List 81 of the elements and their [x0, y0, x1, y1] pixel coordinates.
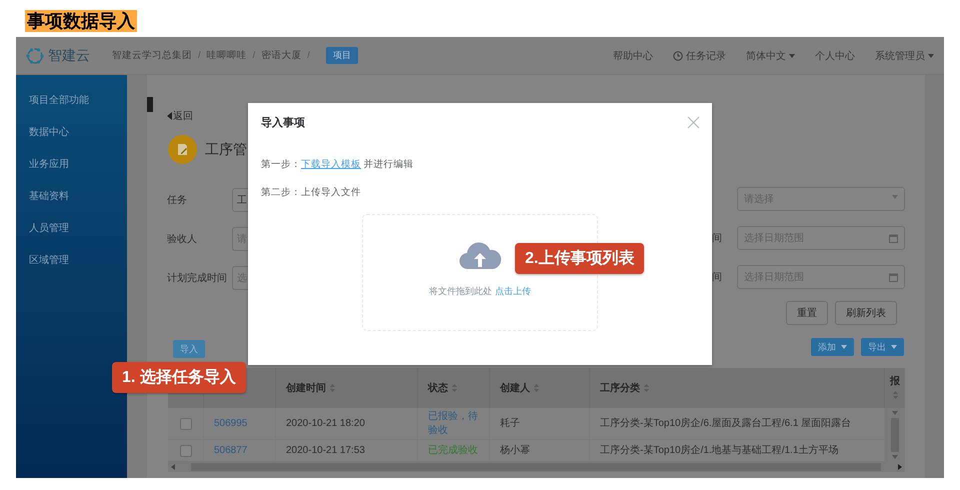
- row-checkbox[interactable]: [180, 418, 192, 430]
- task-id-cell[interactable]: 506877: [204, 440, 276, 462]
- page-title: 事项数据导入: [25, 10, 137, 32]
- sort-icon[interactable]: [892, 391, 898, 399]
- nav-link[interactable]: 系统管理员: [875, 48, 934, 62]
- caret-icon: [928, 54, 934, 58]
- sort-icon[interactable]: [644, 384, 649, 392]
- calendar-icon: [889, 273, 898, 282]
- table-cell: 工序分类-某Top10房企/6.屋面及露台工程/6.1 屋面阳露台: [590, 408, 885, 440]
- sidebar-item[interactable]: 数据中心: [16, 127, 127, 159]
- breadcrumb-separator: /: [198, 50, 201, 61]
- table-cell: 2020-10-21 18:20: [276, 408, 418, 440]
- column-header[interactable]: 创建人: [490, 368, 590, 408]
- step-text: 第二步：上传导入文件: [260, 186, 362, 199]
- caret-icon: [892, 411, 898, 415]
- table-cell: 工序分类-某Top10房企/1.地基与基础工程/1.1土方平场: [590, 440, 885, 462]
- download-template-link[interactable]: 下载导入模板: [301, 159, 361, 170]
- status-cell: 已完成验收: [418, 440, 490, 462]
- logo-text: 智建云: [48, 46, 90, 64]
- breadcrumb-item[interactable]: 密语大厦: [261, 49, 302, 62]
- table-cell: 杨小幂: [490, 440, 590, 462]
- caret-icon: [891, 345, 897, 349]
- sort-icon[interactable]: [452, 384, 457, 392]
- step-callout: 2.上传事项列表: [515, 243, 644, 274]
- triangle-icon: [167, 112, 172, 120]
- breadcrumb-item[interactable]: 哇唧唧哇: [206, 49, 247, 62]
- column-header[interactable]: 报: [885, 368, 905, 408]
- nav-link[interactable]: 个人中心: [815, 48, 855, 62]
- sidebar-item[interactable]: 业务应用: [16, 159, 127, 191]
- refresh-button[interactable]: 刷新列表: [835, 301, 897, 325]
- click-upload-link[interactable]: 点击上传: [494, 286, 531, 296]
- page-heading: 工序管: [205, 140, 247, 158]
- nav-link[interactable]: 帮助中心: [613, 48, 653, 62]
- filter-label: 计划完成时间: [167, 272, 228, 285]
- table-cell: 耗子: [490, 408, 590, 440]
- nav-link[interactable]: 任务记录: [673, 48, 726, 62]
- sidebar-item[interactable]: 区域管理: [16, 255, 127, 287]
- column-header[interactable]: 创建时间: [276, 368, 418, 408]
- filter-label: 间: [712, 232, 722, 245]
- step-callout: 1. 选择任务导入: [112, 362, 246, 393]
- breadcrumb-separator: /: [307, 50, 310, 61]
- scroll-right-icon[interactable]: [898, 464, 902, 470]
- caret-icon: [892, 455, 898, 459]
- filter-label: 验收人: [167, 233, 198, 246]
- filter-field[interactable]: 工: [232, 188, 248, 212]
- clock-icon: [673, 50, 683, 60]
- filter-label: 任务: [167, 194, 188, 207]
- import-button[interactable]: 导入: [173, 340, 205, 358]
- filter-label: 间: [712, 271, 722, 284]
- column-header[interactable]: 工序分类: [590, 368, 885, 408]
- marker-bar: [147, 97, 153, 112]
- vertical-scrollbar[interactable]: [885, 408, 905, 462]
- row-checkbox[interactable]: [180, 444, 192, 456]
- caret-icon: [789, 54, 795, 58]
- sort-icon[interactable]: [534, 384, 539, 392]
- sort-icon[interactable]: [330, 384, 335, 392]
- add-button[interactable]: 添加: [811, 338, 854, 356]
- reset-button[interactable]: 重置: [786, 301, 828, 325]
- task-id-cell[interactable]: 506995: [204, 408, 276, 440]
- nav-link[interactable]: 简体中文: [746, 48, 795, 62]
- calendar-icon: [889, 234, 898, 243]
- scroll-left-icon[interactable]: [171, 464, 175, 470]
- breadcrumb-separator: /: [252, 50, 256, 61]
- sidebar-item[interactable]: 人员管理: [16, 223, 127, 255]
- table-cell: 2020-10-21 17:53: [276, 440, 418, 462]
- close-icon[interactable]: [687, 116, 700, 129]
- step-text: 第一步：下载导入模板 并进行编辑: [260, 158, 415, 171]
- status-cell: 已报验，待验收: [418, 408, 490, 440]
- caret-icon: [841, 345, 847, 349]
- back-link[interactable]: 返回: [167, 109, 193, 123]
- upload-hint: 将文件拖到此处 点击上传: [429, 285, 531, 298]
- dialog-title: 导入事项: [261, 116, 305, 130]
- horizontal-scrollbar[interactable]: [168, 462, 905, 472]
- project-badge: 项目: [326, 47, 358, 64]
- column-header[interactable]: 状态: [418, 368, 490, 408]
- document-icon: [168, 135, 197, 164]
- export-button[interactable]: 导出: [861, 338, 904, 356]
- sidebar-item[interactable]: 基础资料: [16, 191, 127, 223]
- sidebar-item[interactable]: 项目全部功能: [16, 95, 127, 127]
- logo-icon: [26, 46, 44, 64]
- breadcrumb-item[interactable]: 智建云学习总集团: [112, 49, 192, 62]
